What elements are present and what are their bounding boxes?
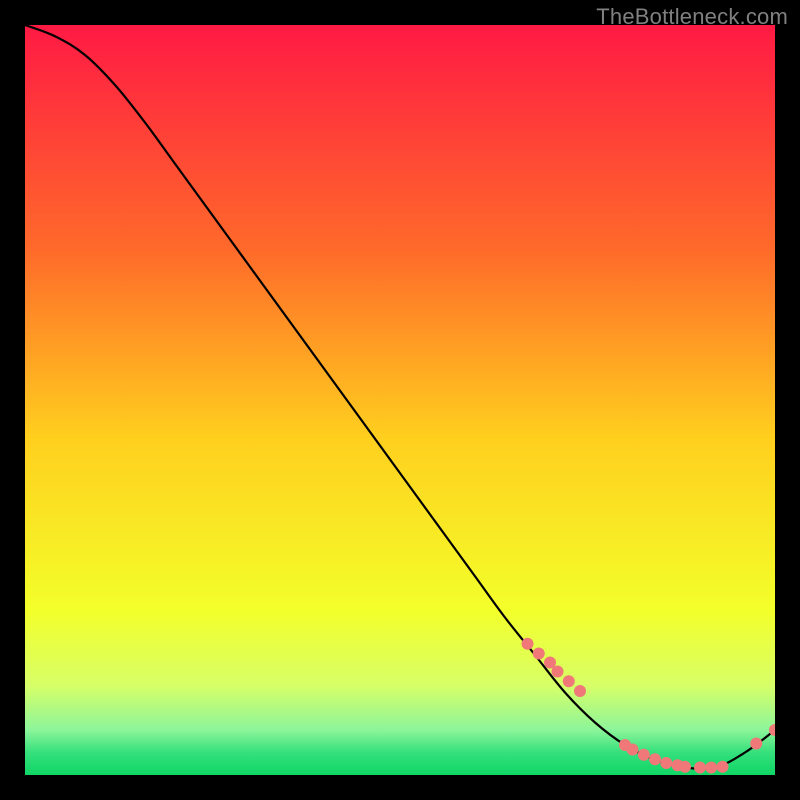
- scatter-point: [552, 666, 564, 678]
- scatter-point: [522, 638, 534, 650]
- scatter-point: [627, 744, 639, 756]
- chart-svg: [25, 25, 775, 775]
- scatter-point: [563, 675, 575, 687]
- chart-frame: TheBottleneck.com: [0, 0, 800, 800]
- plot-area: [25, 25, 775, 775]
- scatter-point: [660, 757, 672, 769]
- scatter-point: [705, 762, 717, 774]
- scatter-point: [679, 761, 691, 773]
- scatter-point: [649, 753, 661, 765]
- scatter-point: [750, 738, 762, 750]
- scatter-point: [638, 749, 650, 761]
- scatter-point: [574, 685, 586, 697]
- watermark-text: TheBottleneck.com: [596, 4, 788, 30]
- scatter-point: [694, 762, 706, 774]
- scatter-point: [533, 648, 545, 660]
- scatter-point: [717, 761, 729, 773]
- gradient-background: [25, 25, 775, 775]
